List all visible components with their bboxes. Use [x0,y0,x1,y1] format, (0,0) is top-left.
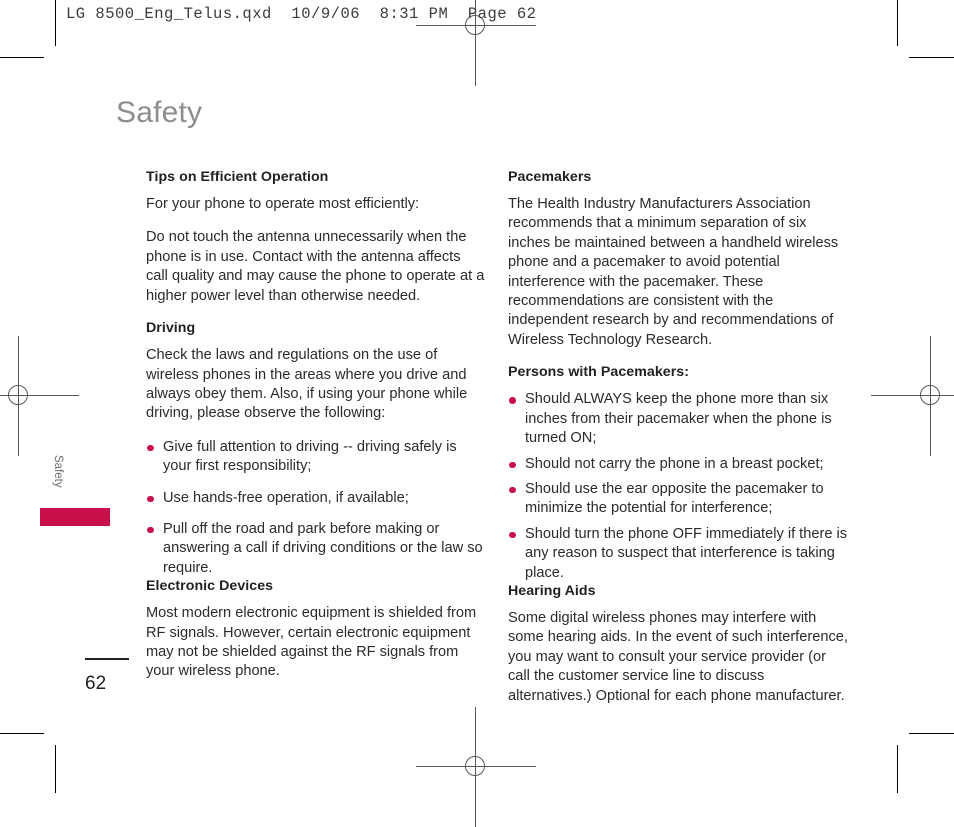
bullet-list-persons-with-pacemakers: Should ALWAYS keep the phone more than s… [508,390,848,583]
list-item: Should not carry the phone in a breast p… [508,455,848,474]
crop-mark-top-right-horizontal [909,57,954,58]
bullet-dot-icon [509,397,516,404]
registration-mark-circle [465,756,485,776]
section-heading-hearing-aids: Hearing Aids [508,582,596,599]
crop-mark-top-left-vertical [55,0,56,46]
list-item: Should ALWAYS keep the phone more than s… [508,390,848,448]
section-heading-persons-with-pacemakers: Persons with Pacemakers: [508,364,689,381]
list-item: Should turn the phone OFF immediately if… [508,525,848,583]
paragraph-hearing-aids: Some digital wireless phones may interfe… [508,610,848,704]
bullet-dot-icon [147,526,154,534]
registration-mark-right [871,336,954,456]
list-item-text: Give full attention to driving -- drivin… [163,438,457,475]
page-number: 62 [85,673,107,694]
bullet-dot-icon [509,461,516,469]
content-column-left: Tips on Efficient Operation For your pho… [146,169,486,682]
registration-mark-circle [920,385,940,405]
list-item-text: Should turn the phone OFF immediately if… [525,525,848,581]
registration-mark-left [0,336,79,456]
list-item-text: Should not carry the phone in a breast p… [525,455,824,472]
paragraph-driving-intro: Check the laws and regulations on the us… [146,347,468,422]
crop-mark-bottom-left-vertical [55,745,56,793]
paragraph-efficient-intro: For your phone to operate most efficient… [146,196,420,213]
side-tab-color-bar [40,508,110,526]
page-title: Safety [116,96,203,129]
registration-mark-horizontal-line [871,395,954,396]
crop-mark-top-left-horizontal [0,57,44,58]
crop-mark-bottom-right-horizontal [909,733,954,734]
bullet-dot-icon [509,486,516,494]
list-item: Should use the ear opposite the pacemake… [508,480,848,519]
list-item-text: Use hands-free operation, if available; [163,489,409,506]
paragraph-pacemakers: The Health Industry Manufacturers Associ… [508,196,839,348]
section-heading-driving: Driving [146,320,196,337]
registration-mark-bottom [416,707,536,827]
list-item: Give full attention to driving -- drivin… [146,438,486,477]
crop-mark-bottom-left-horizontal [0,733,44,734]
crop-mark-top-right-vertical [897,0,898,46]
section-heading-electronic-devices: Electronic Devices [146,578,274,595]
bullet-dot-icon [147,495,154,503]
side-tab-label: Safety [52,455,64,488]
crop-mark-bottom-right-vertical [897,745,898,793]
list-item-text: Pull off the road and park before making… [163,520,483,576]
bullet-dot-icon [147,444,154,452]
registration-mark-circle [8,385,28,405]
list-item: Use hands-free operation, if available; [146,489,486,508]
paragraph-antenna-note: Do not touch the antenna unnecessarily w… [146,229,485,304]
folio-rule [85,658,129,660]
paragraph-electronic-devices: Most modern electronic equipment is shie… [146,605,477,680]
section-heading-pacemakers: Pacemakers [508,169,592,185]
section-heading-tips-on-efficient-operation: Tips on Efficient Operation [146,169,329,185]
prepress-file-header: LG 8500_Eng_Telus.qxd 10/9/06 8:31 PM Pa… [66,5,537,23]
list-item: Pull off the road and park before making… [146,520,486,578]
list-item-text: Should use the ear opposite the pacemake… [525,480,824,517]
content-column-right: Pacemakers The Health Industry Manufactu… [508,169,848,706]
bullet-list-driving: Give full attention to driving -- drivin… [146,438,486,578]
bullet-dot-icon [509,531,516,539]
list-item-text: Should ALWAYS keep the phone more than s… [525,391,832,447]
